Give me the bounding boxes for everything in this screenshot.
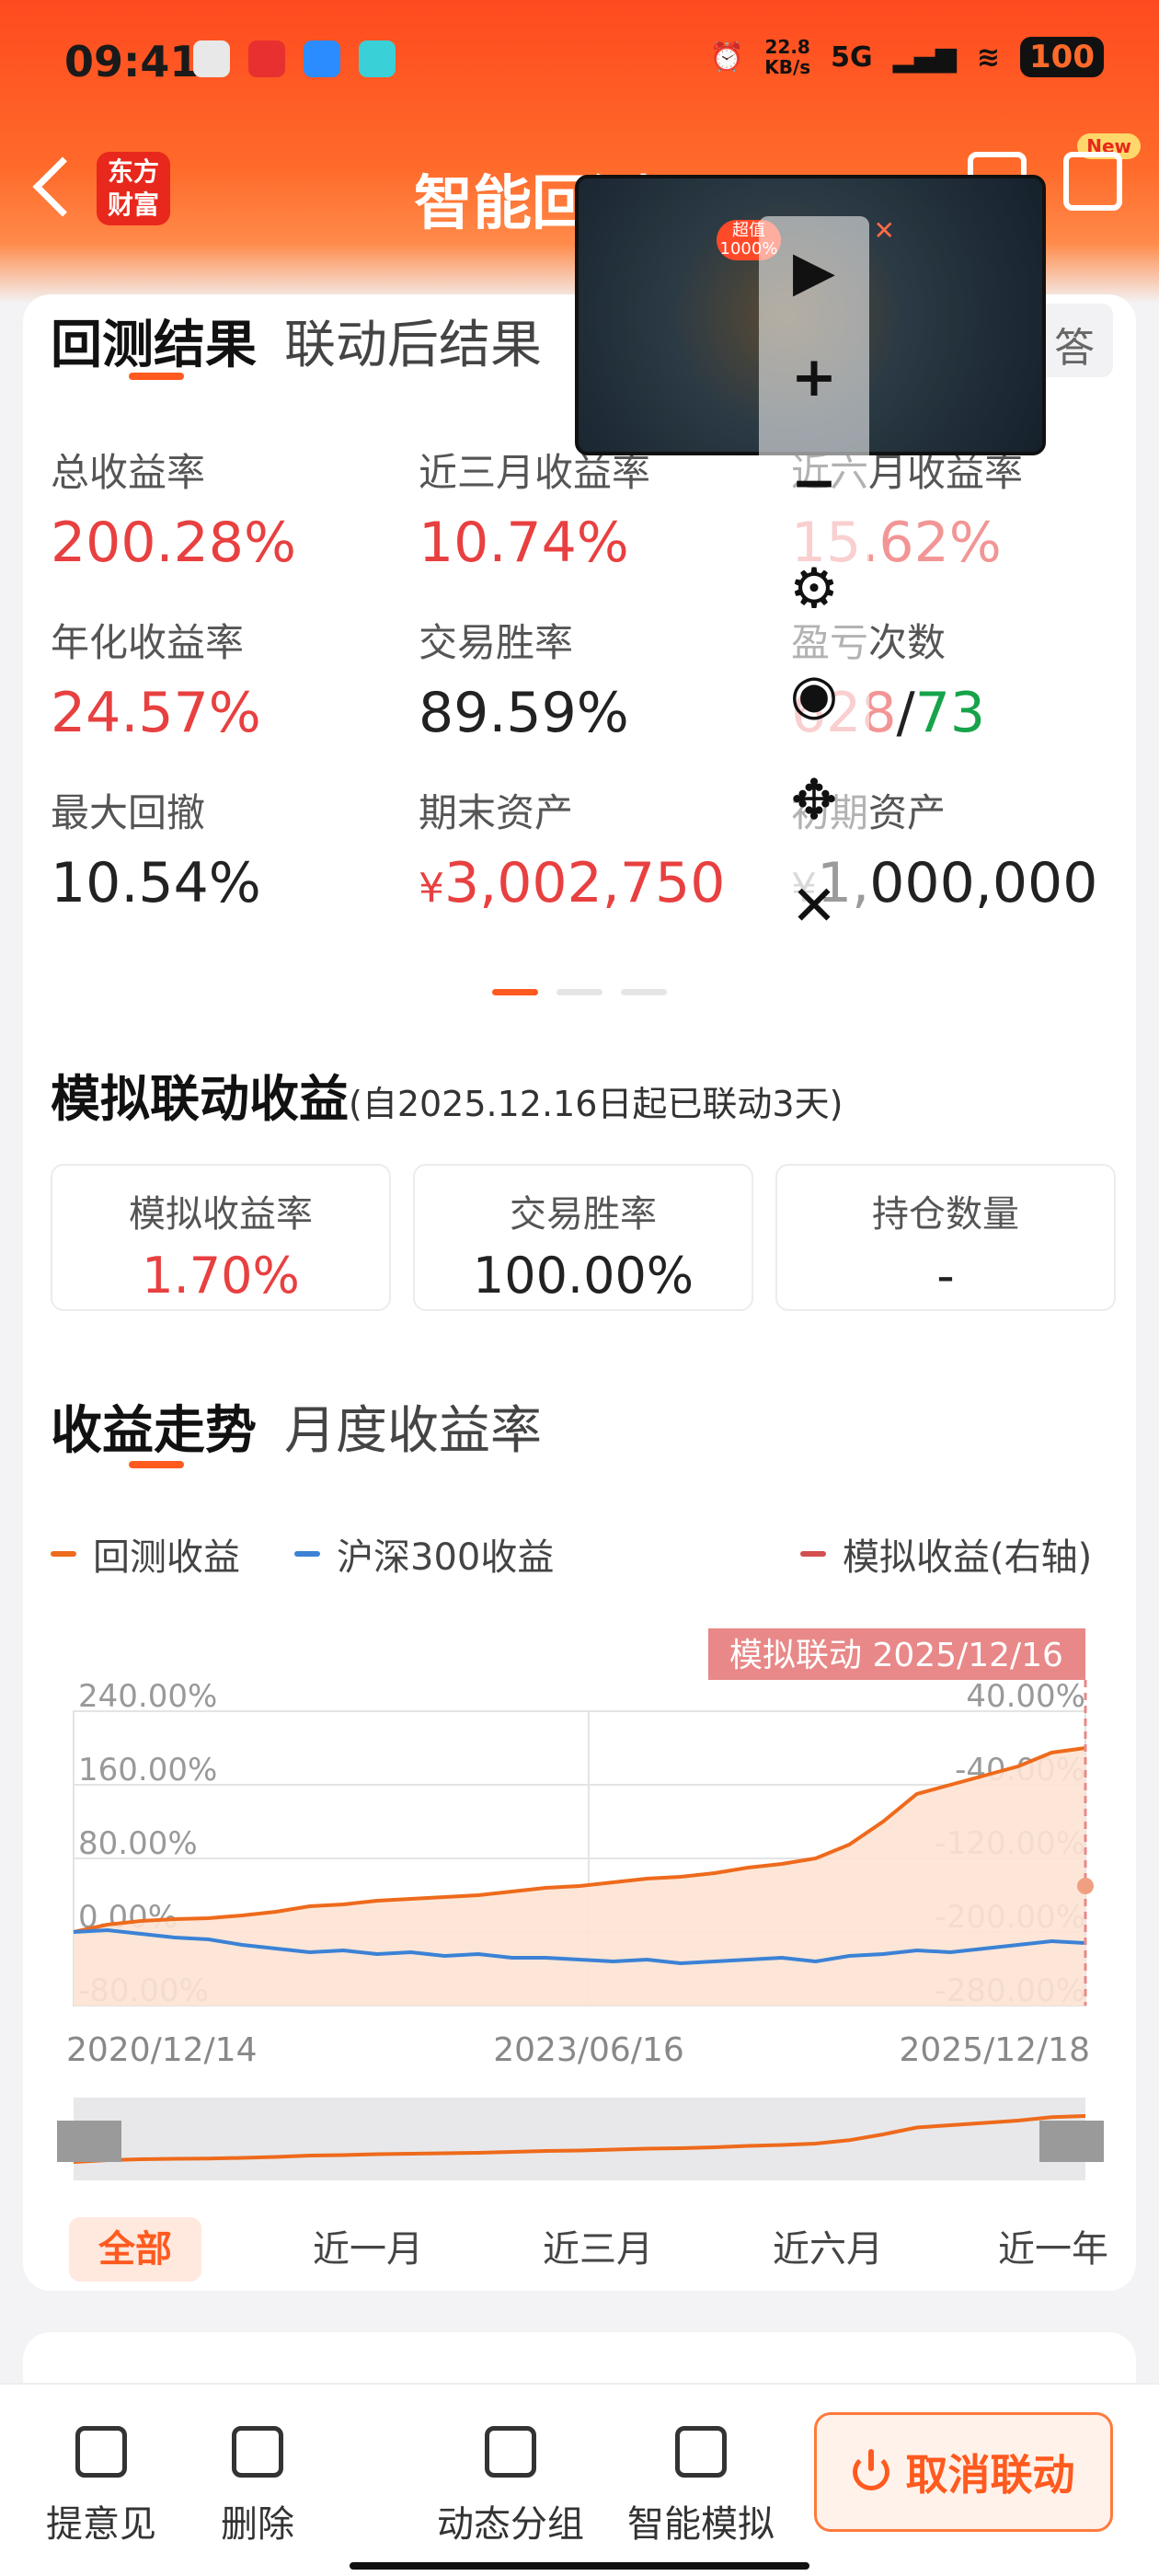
- eye-icon[interactable]: ◉: [786, 667, 842, 722]
- range-tab-3m[interactable]: 近三月: [543, 2217, 653, 2282]
- minus-icon[interactable]: −: [786, 455, 842, 511]
- sim-hold-box: 持仓数量 -: [775, 1164, 1116, 1311]
- range-tab-6m[interactable]: 近六月: [773, 2217, 883, 2282]
- copy-icon: [675, 2426, 727, 2478]
- backtest-area: [74, 1748, 1085, 2006]
- legend-hs300[interactable]: 沪深300收益: [294, 1527, 554, 1581]
- app-icon: [304, 40, 340, 77]
- range-tabs: 全部 近一月 近三月 近六月 近一年: [51, 2217, 1118, 2282]
- cancel-link-button[interactable]: 取消联动: [814, 2412, 1113, 2532]
- battery-indicator: 100: [1020, 37, 1104, 77]
- stat-three-month: 近三月收益率 10.74%: [419, 450, 651, 575]
- wifi-icon: ≋: [976, 40, 1001, 74]
- app-icon: [193, 40, 230, 77]
- tab-underline: [129, 373, 184, 380]
- floating-toolbar: ▶ + − ⚙ ◉ ✥ ✕: [759, 216, 869, 975]
- return-trend-chart[interactable]: 模拟联动 2025/12/16 240.00%160.00%80.00%0.00…: [23, 1601, 1136, 2199]
- status-bar: 09:41 ⏰ 22.8 KB/s 5G ▂▄▆ ≋ 100: [0, 0, 1159, 120]
- share-icon[interactable]: [1063, 152, 1122, 211]
- dynamic-group-button[interactable]: 动态分组: [437, 2426, 584, 2547]
- smart-sim-button[interactable]: 智能模拟: [627, 2426, 775, 2547]
- signal-icon: ▂▄▆: [892, 40, 957, 74]
- sim-win-box: 交易胜率 100.00%: [413, 1164, 753, 1311]
- y-left-tick: 80.00%: [78, 1825, 198, 1862]
- x-tick: 2023/06/16: [493, 2031, 684, 2069]
- gear-icon[interactable]: ⚙: [786, 561, 842, 616]
- status-time: 09:41: [64, 37, 200, 86]
- tab-return-trend[interactable]: 收益走势: [51, 1389, 257, 1464]
- y-left-tick: 160.00%: [78, 1752, 217, 1788]
- result-tabs: 回测结果 联动后结果: [51, 304, 542, 378]
- trash-icon: [232, 2426, 283, 2478]
- app-icon: [359, 40, 396, 77]
- power-icon: [852, 2449, 889, 2490]
- move-icon[interactable]: ✥: [786, 773, 842, 828]
- x-tick: 2025/12/18: [900, 2031, 1091, 2069]
- range-tab-all[interactable]: 全部: [69, 2217, 201, 2282]
- backtest-card: 回测结果 联动后结果 答 总收益率 200.28% 近三月收益率 10.74% …: [23, 294, 1136, 2291]
- stats-pager[interactable]: [492, 989, 667, 995]
- pager-dot: [557, 989, 602, 995]
- app-icon: [248, 40, 285, 77]
- chart-tabs: 收益走势 月度收益率: [51, 1389, 542, 1464]
- stat-win-rate: 交易胜率 89.59%: [419, 620, 629, 745]
- feedback-button[interactable]: 提意见: [46, 2426, 156, 2547]
- play-icon[interactable]: ▶: [786, 244, 842, 299]
- tab-monthly-return[interactable]: 月度收益率: [284, 1389, 542, 1464]
- y-right-tick: 40.00%: [966, 1678, 1085, 1715]
- simulation-boxes: 模拟收益率 1.70% 交易胜率 100.00% 持仓数量 -: [51, 1164, 1116, 1311]
- link-marker-dot: [1077, 1878, 1094, 1894]
- overview-handle-right[interactable]: [1039, 2121, 1104, 2162]
- tab-backtest-result[interactable]: 回测结果: [51, 304, 257, 378]
- pager-dot: [621, 989, 667, 995]
- simulation-title: 模拟联动收益(自2025.12.16日起已联动3天): [51, 1070, 843, 1128]
- overview-track: [74, 2098, 1085, 2180]
- overlay-close-icon[interactable]: ✕: [874, 215, 895, 246]
- plus-icon[interactable]: +: [786, 350, 842, 405]
- home-indicator: [350, 2562, 809, 2570]
- network-type: 5G: [831, 40, 873, 74]
- stat-annual: 年化收益率 24.57%: [51, 620, 261, 745]
- feedback-icon: [75, 2426, 127, 2478]
- stat-max-drawdown: 最大回撤 10.54%: [51, 790, 261, 915]
- delete-button[interactable]: 删除: [221, 2426, 294, 2547]
- alarm-icon: ⏰: [709, 40, 745, 74]
- app-logo: 东方 财富: [97, 152, 170, 225]
- close-icon[interactable]: ✕: [786, 879, 842, 934]
- status-right: ⏰ 22.8 KB/s 5G ▂▄▆ ≋ 100: [710, 37, 1104, 77]
- range-tab-1y[interactable]: 近一年: [998, 2217, 1108, 2282]
- sim-return-box: 模拟收益率 1.70%: [51, 1164, 391, 1311]
- pager-dot: [492, 989, 538, 995]
- list-icon: [485, 2426, 536, 2478]
- net-speed: 22.8 KB/s: [764, 36, 811, 78]
- chart-annotation: 模拟联动 2025/12/16: [729, 1637, 1063, 1674]
- y-left-tick: 240.00%: [78, 1678, 217, 1715]
- bottom-toolbar: 提意见 删除 动态分组 智能模拟 取消联动: [0, 2383, 1159, 2576]
- range-tab-1m[interactable]: 近一月: [313, 2217, 423, 2282]
- overview-handle-left[interactable]: [57, 2121, 121, 2162]
- stat-end-asset: 期末资产 ¥3,002,750: [419, 790, 726, 915]
- legend-simulation[interactable]: 模拟收益(右轴): [800, 1527, 1092, 1581]
- x-tick: 2020/12/14: [66, 2031, 258, 2069]
- chart-tab-underline: [129, 1461, 184, 1468]
- stat-total-return: 总收益率 200.28%: [51, 450, 296, 575]
- legend-backtest[interactable]: 回测收益: [51, 1527, 240, 1581]
- status-app-icons: [193, 40, 396, 77]
- tab-linked-result[interactable]: 联动后结果: [284, 304, 542, 378]
